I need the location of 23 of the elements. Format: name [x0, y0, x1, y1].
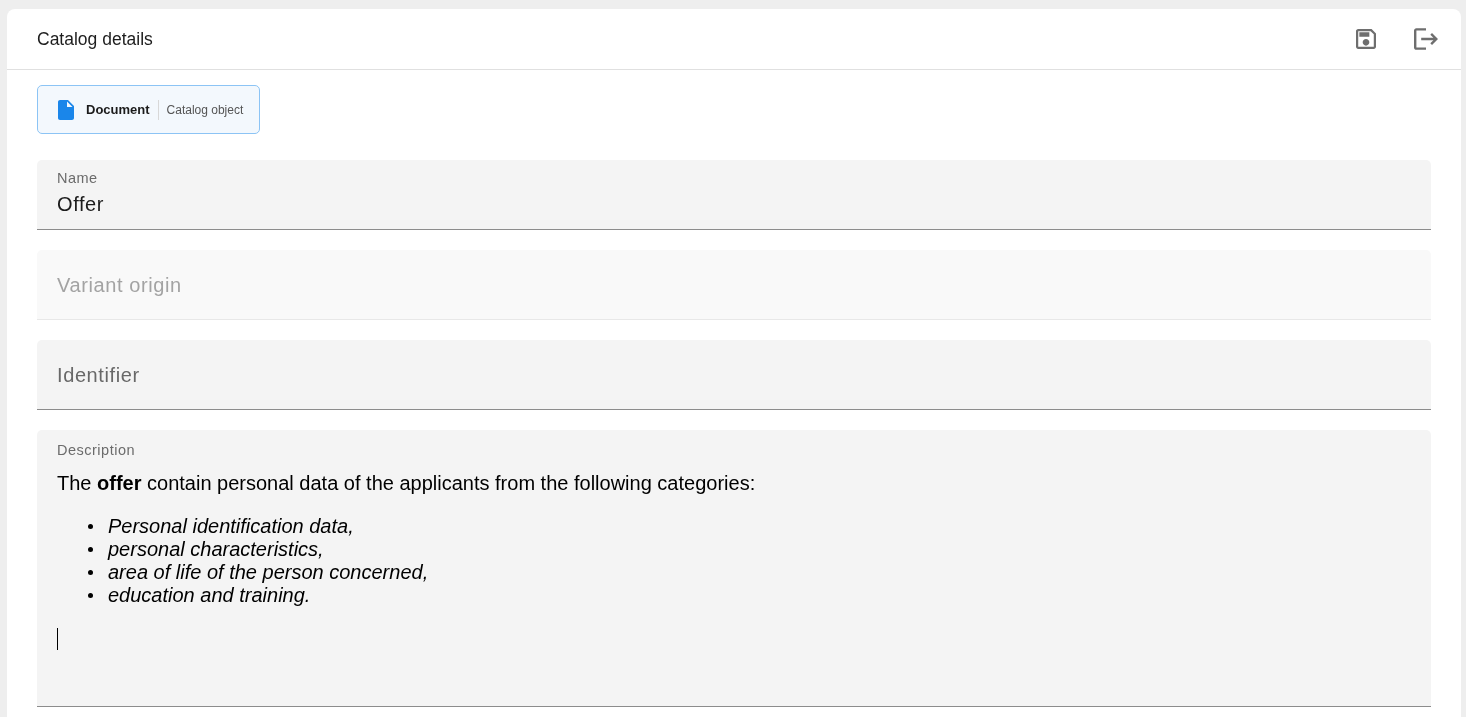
bullet-item: personal characteristics,	[108, 538, 324, 561]
save-icon	[1356, 29, 1376, 49]
bullet-icon	[88, 570, 93, 575]
rich-text-field[interactable]	[37, 430, 1431, 707]
field-label: Name	[57, 170, 99, 186]
bullet-item: area of life of the person concerned,	[108, 561, 429, 584]
logout-icon	[1414, 28, 1438, 50]
bullet-icon	[88, 547, 93, 552]
bullet-icon	[88, 593, 93, 598]
bullet-item: Personal identification data,	[108, 515, 354, 538]
field-label: Description	[57, 442, 136, 458]
object-type: Document	[86, 100, 150, 119]
field-label: Variant origin	[57, 272, 183, 297]
text-field[interactable]: Identifier	[37, 340, 1431, 410]
bullet-icon	[88, 524, 93, 529]
field-value: Offer	[57, 192, 106, 216]
bullet-item: education and training.	[108, 584, 311, 607]
document-icon	[58, 99, 74, 120]
description-paragraph: The offer contain personal data of the applicants from the following categories:	[57, 472, 756, 495]
panel-title: Catalog details	[37, 27, 153, 51]
object-category: Catalog object	[166, 101, 244, 119]
field-label: Identifier	[57, 362, 141, 387]
text-field[interactable]: Name Offer	[37, 160, 1431, 230]
